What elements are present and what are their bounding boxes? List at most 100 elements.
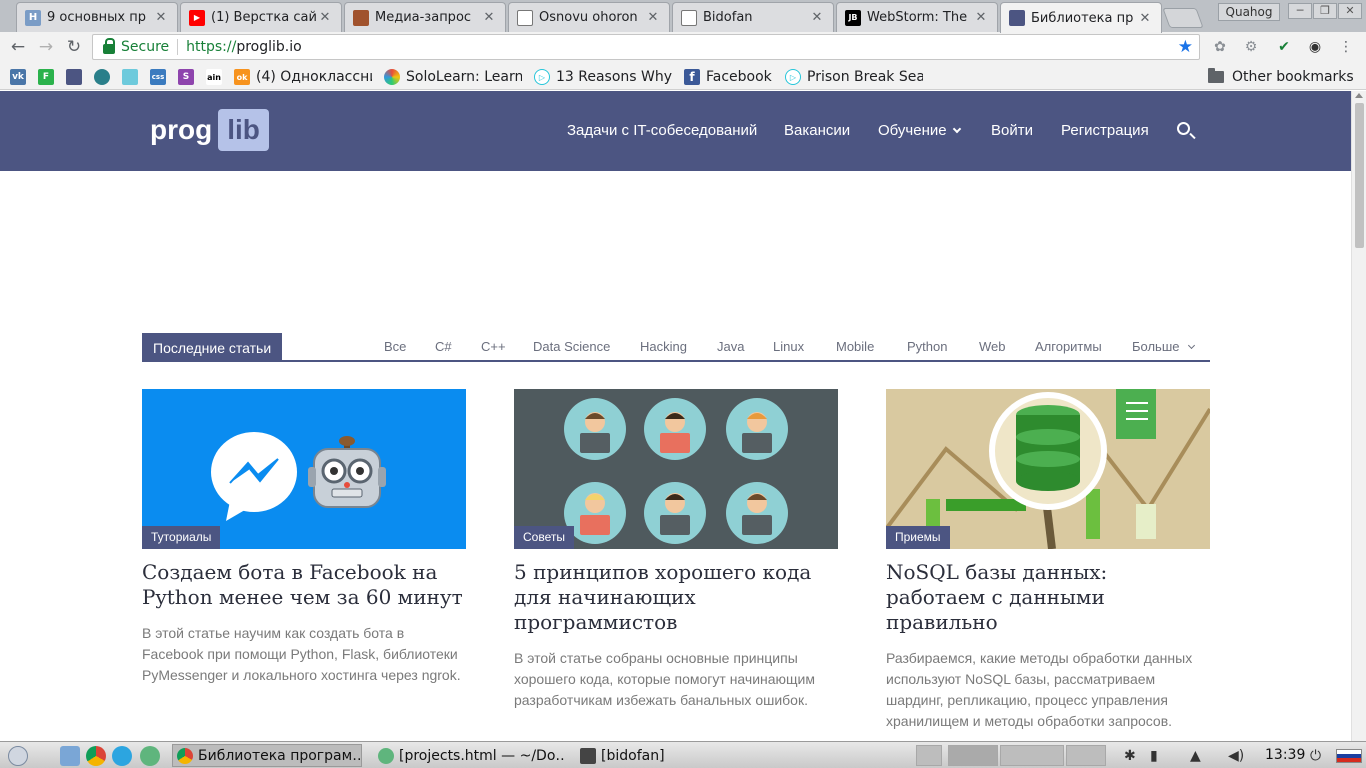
bookmark-proglib[interactable] [66, 68, 82, 86]
article-thumbnail[interactable]: Приемы [886, 389, 1210, 549]
taskbar-task-chrome[interactable]: Библиотека програм… [172, 744, 362, 767]
minimize-button[interactable]: ─ [1288, 3, 1312, 19]
category-more[interactable]: Больше [1132, 339, 1195, 354]
browser-tab[interactable]: Bidofan ✕ [672, 2, 834, 32]
battery-icon[interactable]: ▮ [1150, 748, 1158, 764]
volume-icon[interactable]: ◀) [1228, 748, 1244, 764]
category-python[interactable]: Python [907, 339, 947, 354]
article-thumbnail[interactable]: Советы [514, 389, 838, 549]
category-mobile[interactable]: Mobile [836, 339, 874, 354]
category-data-science[interactable]: Data Science [533, 339, 610, 354]
article-title[interactable]: Создаем бота в Facebook на Python менее … [142, 560, 466, 610]
article-title[interactable]: NoSQL базы данных: работаем с данными пр… [886, 560, 1210, 635]
category-csharp[interactable]: C# [435, 339, 452, 354]
workspace-3[interactable] [1066, 745, 1106, 766]
files-icon[interactable] [60, 746, 80, 766]
nav-it-interview-tasks[interactable]: Задачи с IT-собеседований [567, 122, 757, 139]
extension-icon[interactable]: ⚙ [1243, 39, 1259, 55]
bookmark-ain[interactable]: ain [206, 68, 222, 86]
close-icon[interactable]: ✕ [481, 10, 497, 25]
play-icon: ▷ [534, 69, 550, 85]
category-all[interactable]: Все [384, 339, 406, 354]
facebook-icon: f [684, 69, 700, 85]
page-scrollbar[interactable] [1351, 91, 1366, 741]
category-web[interactable]: Web [979, 339, 1006, 354]
power-icon[interactable]: ⏻ [1310, 748, 1321, 764]
browser-tab-active[interactable]: Библиотека пр ✕ [1000, 2, 1162, 33]
article-thumbnail[interactable]: Туториалы [142, 389, 466, 549]
nav-vacancies[interactable]: Вакансии [784, 122, 850, 139]
telegram-icon[interactable] [112, 746, 132, 766]
bookmark-prison-break[interactable]: ▷ Prison Break Sea [785, 68, 923, 86]
shield-extension-icon[interactable]: ✔ [1276, 39, 1292, 55]
bookmark-vk[interactable]: vk [10, 68, 26, 86]
forward-button[interactable]: → [36, 37, 56, 57]
close-icon[interactable]: ✕ [153, 10, 169, 25]
taskbar-task-files[interactable]: [bidofan] [576, 744, 726, 767]
category-linux[interactable]: Linux [773, 339, 804, 354]
article-title[interactable]: 5 принципов хорошего кода для начинающих… [514, 560, 838, 635]
reload-button[interactable]: ↻ [64, 37, 84, 57]
category-java[interactable]: Java [717, 339, 744, 354]
browser-tab[interactable]: Медиа-запрос ✕ [344, 2, 506, 32]
category-badge[interactable]: Советы [514, 526, 574, 549]
nav-register[interactable]: Регистрация [1061, 122, 1149, 139]
category-hacking[interactable]: Hacking [640, 339, 687, 354]
workspace-2[interactable] [1000, 745, 1064, 766]
bookmark-odnoklassniki[interactable]: ok (4) Одноклассни [234, 68, 372, 86]
bookmark-sololearn[interactable]: SoloLearn: Learn [384, 68, 522, 86]
close-icon[interactable]: ✕ [317, 10, 333, 25]
taskbar-task-atom[interactable]: [projects.html — ~/Do… [374, 744, 564, 767]
bookmark-star-icon[interactable]: ★ [1178, 37, 1193, 57]
feedly-icon: F [38, 69, 54, 85]
article-card[interactable]: Приемы NoSQL базы данных: работаем с дан… [886, 389, 1210, 732]
bookmark-css[interactable]: css [150, 68, 166, 86]
bookmark-slack[interactable] [122, 68, 138, 86]
address-bar[interactable]: Secure https:// proglib.io ★ [92, 34, 1200, 60]
bookmark-13-reasons[interactable]: ▷ 13 Reasons Why [534, 68, 672, 86]
clock[interactable]: 13:39 [1265, 747, 1305, 763]
search-icon[interactable] [1177, 122, 1190, 135]
maximize-button[interactable]: ❐ [1313, 3, 1337, 19]
close-icon[interactable]: ✕ [645, 10, 661, 25]
chrome-icon[interactable] [86, 746, 106, 766]
back-button[interactable]: ← [8, 37, 28, 57]
new-tab-button[interactable] [1162, 8, 1204, 28]
network-icon[interactable]: ▲ [1190, 748, 1201, 764]
site-logo[interactable]: prog lib [150, 109, 269, 151]
close-icon[interactable]: ✕ [809, 10, 825, 25]
nav-login[interactable]: Войти [991, 122, 1033, 139]
other-bookmarks[interactable]: Other bookmarks [1208, 68, 1354, 86]
category-cpp[interactable]: C++ [481, 339, 506, 354]
scroll-up-icon[interactable] [1355, 93, 1363, 98]
start-menu-icon[interactable] [8, 746, 28, 766]
article-card[interactable]: Советы 5 принципов хорошего кода для нач… [514, 389, 838, 711]
bookmark-globe[interactable] [94, 68, 110, 86]
workspace-1[interactable] [948, 745, 998, 766]
menu-icon[interactable]: ⋮ [1338, 39, 1354, 55]
nav-learning[interactable]: Обучение [878, 122, 961, 139]
category-algorithms[interactable]: Алгоритмы [1035, 339, 1102, 354]
article-card[interactable]: Туториалы Создаем бота в Facebook на Pyt… [142, 389, 466, 686]
browser-tab[interactable]: Osnovu ohoron ✕ [508, 2, 670, 32]
close-icon[interactable]: ✕ [973, 10, 989, 25]
tab-title: Библиотека пр [1031, 10, 1134, 26]
category-badge[interactable]: Туториалы [142, 526, 221, 549]
bookmark-feedly[interactable]: F [38, 68, 54, 86]
bookmark-s[interactable]: S [178, 68, 194, 86]
browser-tab[interactable]: JB WebStorm: The ✕ [836, 2, 998, 32]
browser-tab[interactable]: ▶ (1) Верстка сай ✕ [180, 2, 342, 32]
category-badge[interactable]: Приемы [886, 526, 950, 549]
scrollbar-thumb[interactable] [1355, 103, 1364, 248]
workspace-switcher[interactable] [916, 745, 942, 766]
paw-extension-icon[interactable]: ✿ [1212, 39, 1228, 55]
profile-button[interactable]: Quahog [1218, 3, 1280, 21]
close-icon[interactable]: ✕ [1137, 11, 1153, 26]
close-window-button[interactable]: ✕ [1338, 3, 1362, 19]
atom-icon[interactable] [140, 746, 160, 766]
keyboard-layout-flag-icon[interactable] [1336, 749, 1362, 763]
browser-tab[interactable]: H 9 основных пр ✕ [16, 2, 178, 32]
bluetooth-icon[interactable]: ✱ [1124, 748, 1136, 764]
sync-extension-icon[interactable]: ◉ [1307, 39, 1323, 55]
bookmark-facebook[interactable]: f Facebook [684, 68, 772, 86]
